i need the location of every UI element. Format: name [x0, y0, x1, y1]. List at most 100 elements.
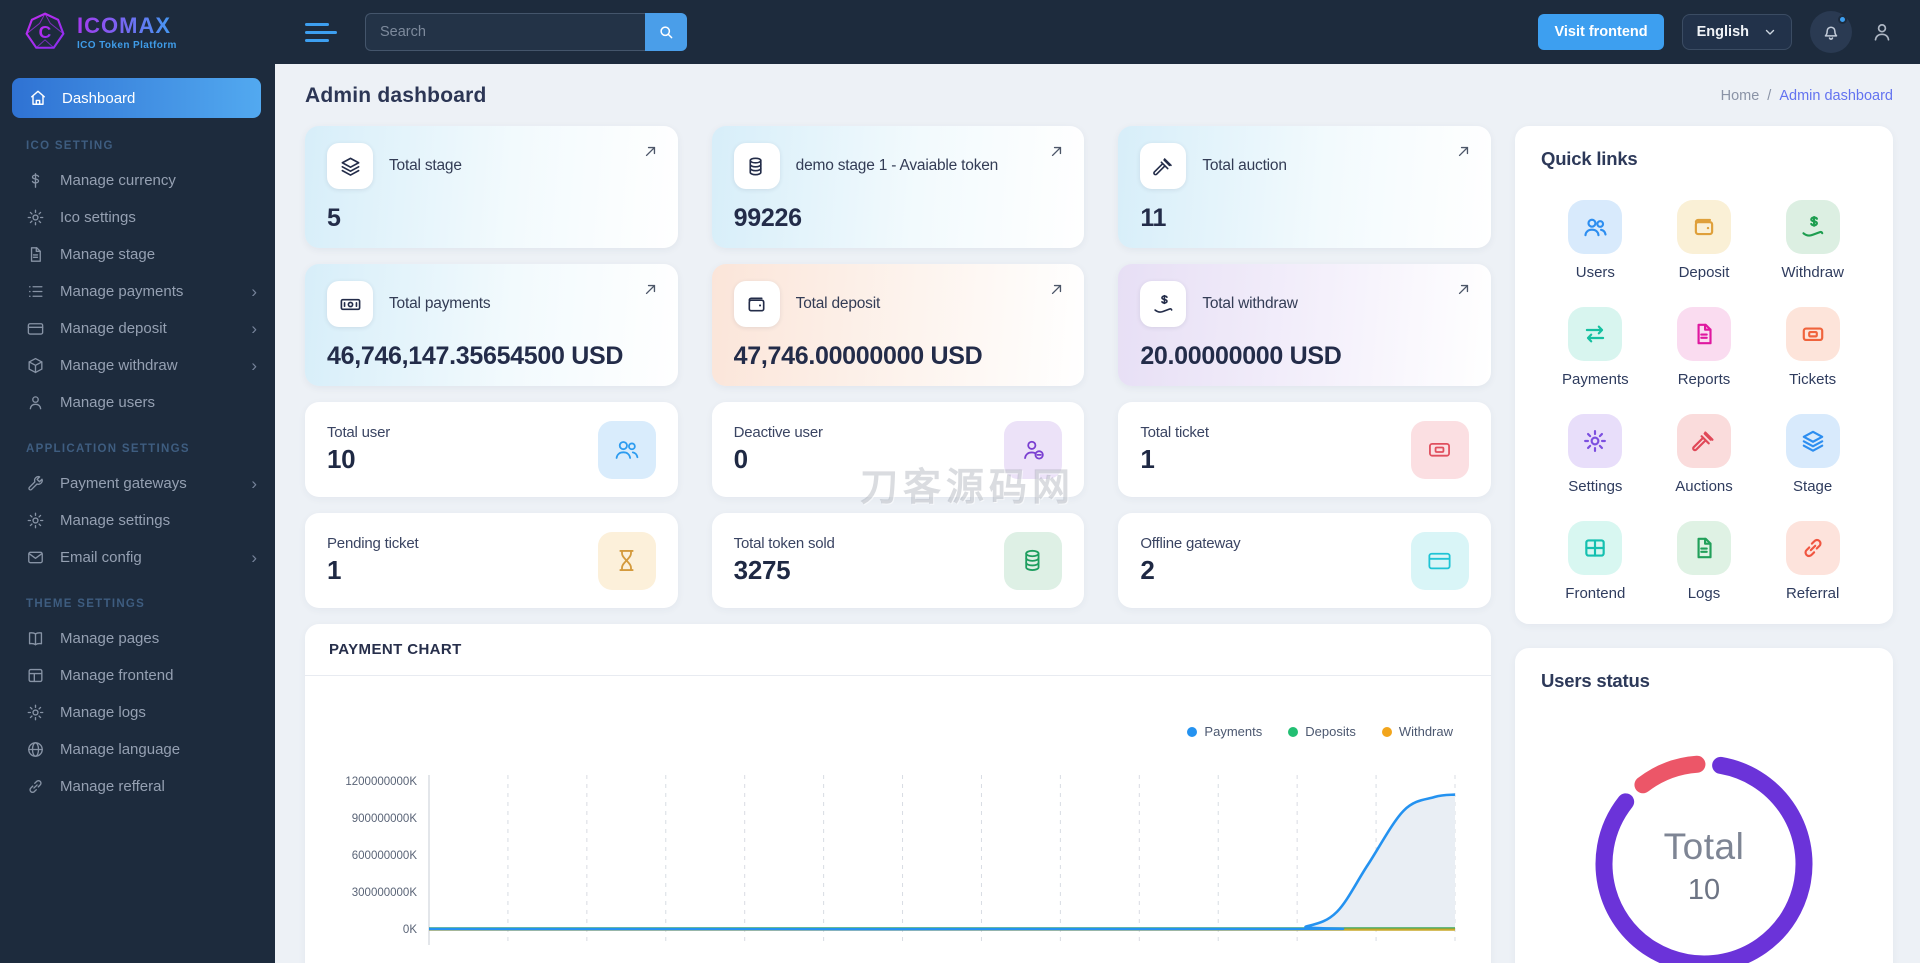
quick-link-users[interactable]: Users: [1541, 200, 1650, 281]
sidebar-item-manage-stage[interactable]: Manage stage: [0, 236, 275, 273]
mail-icon: [26, 548, 45, 567]
coins-icon: [1004, 531, 1063, 590]
box-icon: [26, 356, 45, 375]
table-icon: [1568, 521, 1623, 575]
visit-frontend-button[interactable]: Visit frontend: [1538, 14, 1664, 50]
sidebar-item-payment-gateways[interactable]: Payment gateways ›: [0, 465, 275, 502]
quick-link-stage[interactable]: Stage: [1758, 414, 1867, 495]
stat-card-total-user[interactable]: Total user 10: [305, 402, 678, 497]
stat-card-value: 99226: [733, 204, 802, 232]
arrow-up-right-icon[interactable]: [1454, 280, 1473, 299]
stat-card-deactive-user[interactable]: Deactive user 0: [711, 402, 1085, 497]
quick-link-frontend[interactable]: Frontend: [1541, 521, 1650, 602]
sidebar-item-manage-payments[interactable]: Manage payments ›: [0, 273, 275, 310]
quick-link-auctions[interactable]: Auctions: [1650, 414, 1759, 495]
list-icon: [26, 282, 45, 301]
stat-card-label: Deactive user: [733, 424, 823, 441]
legend-item-deposits[interactable]: Deposits: [1288, 724, 1356, 739]
sidebar-item-dashboard[interactable]: Dashboard: [12, 78, 261, 118]
sidebar-item-manage-pages[interactable]: Manage pages: [0, 620, 275, 657]
user-menu-button[interactable]: [1870, 20, 1894, 44]
menu-toggle[interactable]: [305, 18, 337, 47]
arrow-up-right-icon[interactable]: [1047, 280, 1066, 299]
arrow-up-right-icon[interactable]: [1047, 142, 1066, 161]
quick-link-logs[interactable]: Logs: [1650, 521, 1759, 602]
sidebar-item-email-config[interactable]: Email config ›: [0, 539, 275, 576]
users-icon: [1568, 200, 1623, 254]
stat-card-total-withdraw[interactable]: Total withdraw 20.00000000 USD: [1118, 264, 1491, 386]
stat-card-offline-gateway[interactable]: Offline gateway 2: [1118, 513, 1491, 608]
svg-text:1200000000K: 1200000000K: [345, 776, 417, 788]
users-status-donut-chart: [1595, 755, 1813, 963]
chevron-right-icon: ›: [251, 319, 257, 338]
sidebar-item-ico-settings[interactable]: Ico settings: [0, 199, 275, 236]
chevron-right-icon: ›: [251, 474, 257, 493]
link-icon: [1785, 521, 1840, 575]
quick-link-label: Withdraw: [1781, 264, 1844, 281]
quick-link-payments[interactable]: Payments: [1541, 307, 1650, 388]
breadcrumb-home-link[interactable]: Home: [1721, 88, 1760, 104]
home-icon: [28, 88, 48, 108]
search-button[interactable]: [645, 13, 687, 51]
page-title: Admin dashboard: [305, 84, 487, 107]
quick-link-settings[interactable]: Settings: [1541, 414, 1650, 495]
quick-link-reports[interactable]: Reports: [1650, 307, 1759, 388]
notifications-button[interactable]: [1810, 11, 1852, 53]
svg-text:C: C: [39, 22, 52, 42]
arrow-up-right-icon[interactable]: [641, 280, 660, 299]
sidebar-item-manage-deposit[interactable]: Manage deposit ›: [0, 310, 275, 347]
arrows-lr-icon: [1568, 307, 1623, 361]
legend-item-payments[interactable]: Payments: [1187, 724, 1262, 739]
sidebar-item-manage-language[interactable]: Manage language: [0, 731, 275, 768]
brand-name: ICOMAX: [77, 13, 177, 39]
stat-card-label: Total user: [327, 424, 391, 441]
link-icon: [26, 777, 45, 796]
sidebar-item-label: Manage stage: [60, 246, 156, 263]
language-select[interactable]: English: [1681, 14, 1792, 50]
quick-link-deposit[interactable]: Deposit: [1650, 200, 1759, 281]
stat-card-value: 3275: [733, 555, 791, 585]
stat-card-label: Pending ticket: [327, 535, 419, 552]
brand-tagline: ICO Token Platform: [77, 40, 177, 51]
stat-card-total-token-sold[interactable]: Total token sold 3275: [711, 513, 1085, 608]
user-icon: [1870, 20, 1894, 44]
stat-card-demo-stage-1-avaiable-token[interactable]: demo stage 1 - Avaiable token 99226: [711, 126, 1085, 248]
sidebar-item-label: Dashboard: [62, 89, 136, 107]
quick-link-referral[interactable]: Referral: [1758, 521, 1867, 602]
stat-card-total-ticket[interactable]: Total ticket 1: [1118, 402, 1491, 497]
stat-card-total-payments[interactable]: Total payments 46,746,147.35654500 USD: [305, 264, 678, 386]
search-input[interactable]: [365, 13, 645, 51]
chevron-right-icon: ›: [251, 356, 257, 375]
stat-card-pending-ticket[interactable]: Pending ticket 1: [305, 513, 678, 608]
quick-link-label: Users: [1575, 264, 1615, 281]
hand-dollar-icon: [1140, 281, 1187, 327]
sidebar-section-application-settings: APPLICATION SETTINGS: [26, 443, 190, 455]
sidebar-item-manage-logs[interactable]: Manage logs: [0, 694, 275, 731]
stat-cards-row-4: Pending ticket 1 Total token sold 3275 O…: [305, 513, 1491, 608]
sidebar-item-manage-users[interactable]: Manage users: [0, 384, 275, 421]
quick-link-tickets[interactable]: Tickets: [1758, 307, 1867, 388]
stat-card-label: Total auction: [1202, 157, 1287, 174]
arrow-up-right-icon[interactable]: [641, 142, 660, 161]
stat-cards-row-3: Total user 10 Deactive user 0 Total tick…: [305, 402, 1491, 497]
sidebar-item-label: Manage language: [60, 741, 181, 758]
quick-link-label: Tickets: [1789, 371, 1837, 388]
quick-link-withdraw[interactable]: Withdraw: [1758, 200, 1867, 281]
coins-icon: [733, 143, 780, 189]
sidebar-item-manage-withdraw[interactable]: Manage withdraw ›: [0, 347, 275, 384]
gear-icon: [1568, 414, 1623, 468]
wrench-icon: [26, 474, 45, 493]
bell-icon: [1820, 21, 1842, 43]
brand-logo[interactable]: C ICOMAX ICO Token Platform: [0, 0, 275, 64]
stat-card-total-stage[interactable]: Total stage 5: [305, 126, 678, 248]
sidebar-item-manage-currency[interactable]: Manage currency: [0, 162, 275, 199]
sidebar-item-label: Manage withdraw: [60, 357, 178, 374]
sidebar-item-manage-refferal[interactable]: Manage refferal: [0, 768, 275, 805]
stat-card-total-auction[interactable]: Total auction 11: [1118, 126, 1491, 248]
sidebar-item-manage-settings[interactable]: Manage settings: [0, 502, 275, 539]
sidebar-item-manage-frontend[interactable]: Manage frontend: [0, 657, 275, 694]
legend-item-withdraw[interactable]: Withdraw: [1381, 724, 1453, 739]
dollar-icon: [26, 171, 45, 190]
stat-card-total-deposit[interactable]: Total deposit 47,746.00000000 USD: [711, 264, 1085, 386]
arrow-up-right-icon[interactable]: [1454, 142, 1473, 161]
